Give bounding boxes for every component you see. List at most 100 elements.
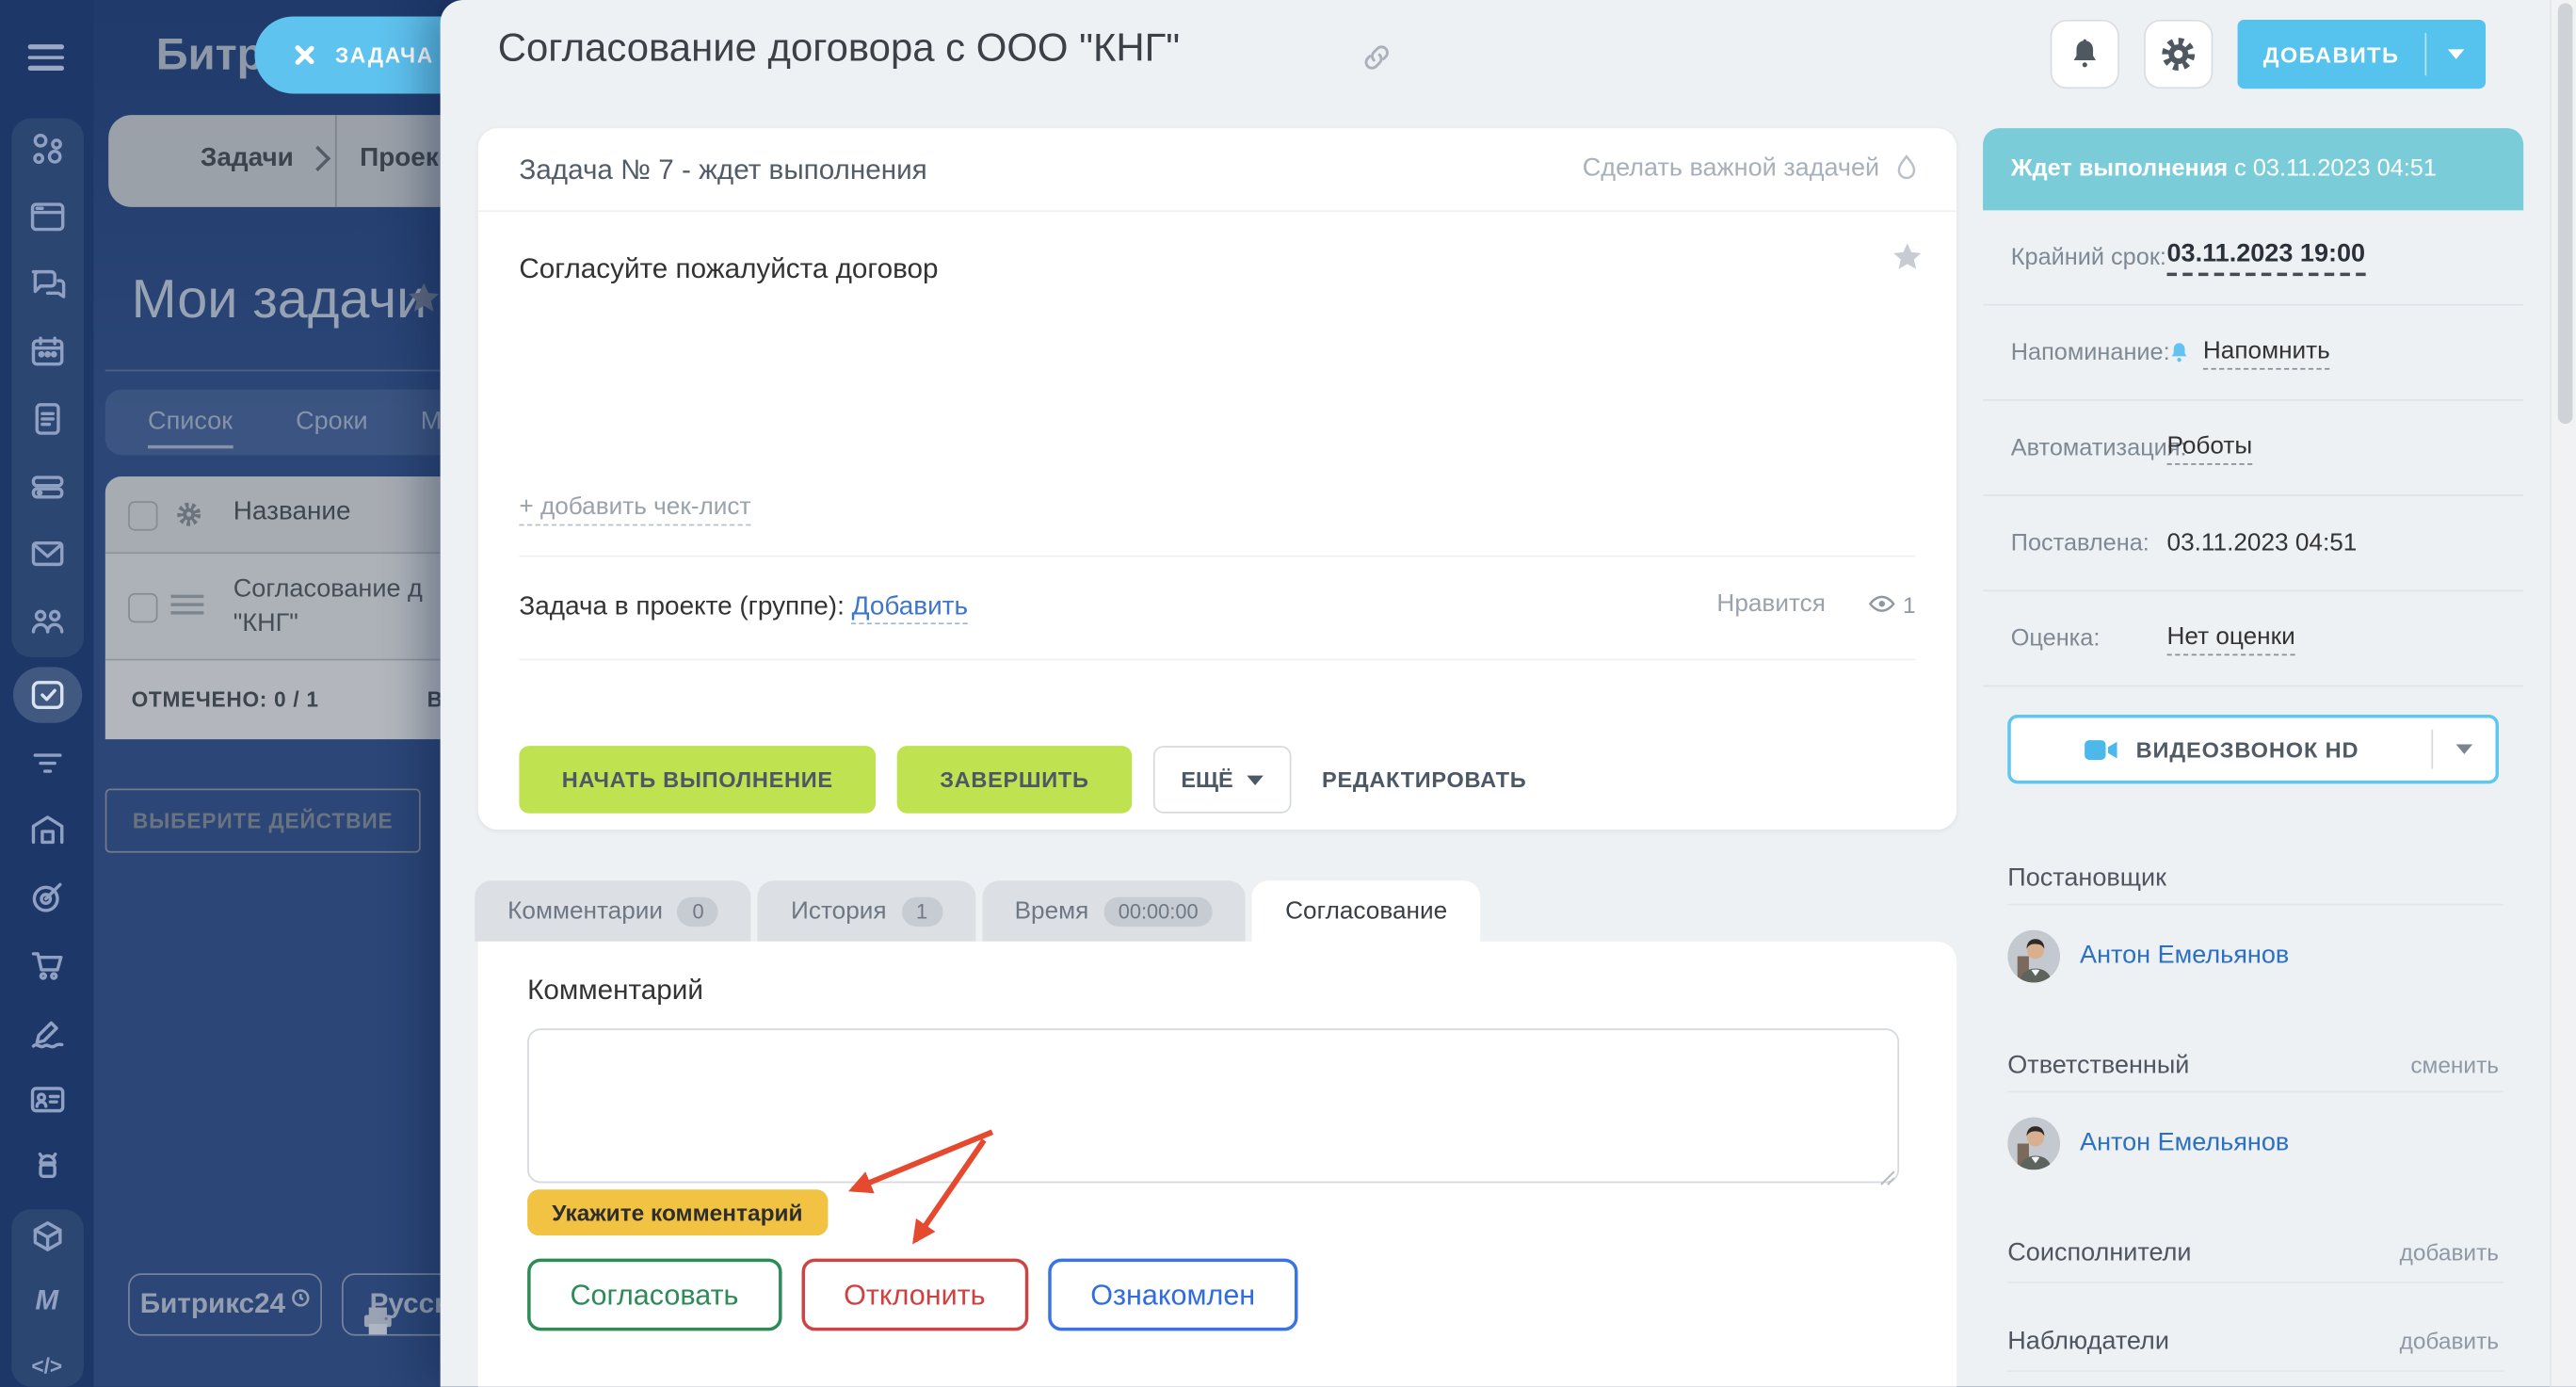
teams-icon[interactable] <box>26 600 69 642</box>
approve-button[interactable]: Согласовать <box>527 1259 781 1331</box>
rating-link[interactable]: Нет оценки <box>2167 621 2295 654</box>
page-title: Мои задачи <box>132 267 427 330</box>
tab-badge: 00:00:00 <box>1103 896 1213 926</box>
edit-button[interactable]: РЕДАКТИРОВАТЬ <box>1322 767 1526 792</box>
view-tabs: Список Сроки М <box>105 390 441 456</box>
finish-task-button[interactable]: ЗАВЕРШИТЬ <box>897 746 1132 814</box>
tab-tasks[interactable]: Задачи <box>201 145 294 174</box>
calendar-icon[interactable] <box>26 331 69 373</box>
table-header-row: Название <box>105 476 441 554</box>
task-meta: Задача № 7 - ждет выполнения <box>519 154 926 187</box>
avatar <box>2007 1118 2060 1170</box>
scrollbar-thumb[interactable] <box>2558 3 2573 424</box>
decline-button[interactable]: Отклонить <box>801 1259 1028 1331</box>
bell-icon <box>2067 36 2102 72</box>
drive-icon[interactable] <box>26 465 69 508</box>
sites-icon[interactable] <box>26 196 69 238</box>
documents-icon[interactable] <box>26 397 69 440</box>
checked-counter: ОТМЕЧЕНО: 0 / 1 <box>132 686 319 711</box>
table-row[interactable]: Согласование д"КНГ" <box>105 554 441 660</box>
shop-cart-icon[interactable] <box>26 943 69 986</box>
responsible-person[interactable]: Антон Емельянов <box>2007 1118 2289 1170</box>
task-title: Согласование договора с ООО "КНГ" <box>498 26 1180 73</box>
project-add-link[interactable]: Добавить <box>852 593 968 624</box>
robots-link[interactable]: Роботы <box>2167 431 2253 464</box>
contacts-card-icon[interactable] <box>26 1078 69 1121</box>
vertical-scrollbar[interactable] <box>2550 0 2576 1387</box>
copy-link-icon[interactable] <box>1360 41 1393 83</box>
tab-time[interactable]: Время 00:00:00 <box>982 880 1247 942</box>
deadline-value[interactable]: 03.11.2023 19:00 <box>2167 239 2366 275</box>
view-tab-deadlines[interactable]: Сроки <box>296 408 368 437</box>
android-app-icon[interactable] <box>26 1145 69 1187</box>
creator-person[interactable]: Антон Емельянов <box>2007 930 2289 983</box>
network-icon[interactable] <box>26 128 69 170</box>
table-footer: ОТМЕЧЕНО: 0 / 1 В <box>105 660 441 739</box>
like-button[interactable]: Нравится <box>1716 589 1826 618</box>
reminder-link[interactable]: Напомнить <box>2203 336 2330 369</box>
menu-icon[interactable] <box>28 44 64 71</box>
chat-icon[interactable] <box>26 263 69 305</box>
field-deadline: Крайний срок: 03.11.2023 19:00 <box>1983 210 2523 305</box>
boxes-icon[interactable] <box>26 1216 69 1258</box>
acknowledged-button[interactable]: Ознакомлен <box>1048 1259 1298 1331</box>
comment-label: Комментарий <box>527 975 703 1008</box>
sign-icon[interactable] <box>26 1010 69 1053</box>
video-call-button[interactable]: ВИДЕОЗВОНОК HD <box>2007 715 2499 783</box>
bitrix24-footer-button[interactable]: Битрикс24 <box>128 1273 322 1335</box>
coexecutors-heading: Соисполнители <box>2007 1239 2191 1268</box>
marketing-target-icon[interactable] <box>26 876 69 918</box>
close-icon[interactable] <box>291 42 315 67</box>
close-badge-label: ЗАДАЧА <box>335 42 434 67</box>
add-button-label: ДОБАВИТЬ <box>2238 41 2425 66</box>
row-task-title[interactable]: Согласование д"КНГ" <box>233 572 423 640</box>
table-gear-icon[interactable] <box>174 499 203 537</box>
select-all-checkbox[interactable] <box>128 501 157 530</box>
tab-projects[interactable]: Проек <box>360 145 439 174</box>
comment-required-tooltip: Укажите комментарий <box>527 1189 828 1235</box>
warehouse-icon[interactable] <box>26 808 69 850</box>
tab-comments[interactable]: Комментарии 0 <box>475 880 751 942</box>
task-table: Название Согласование д"КНГ" ОТМЕЧЕНО: 0… <box>105 476 441 739</box>
tab-history[interactable]: История 1 <box>758 880 975 942</box>
start-task-button[interactable]: НАЧАТЬ ВЫПОЛНЕНИЕ <box>519 746 876 814</box>
task-details-sidebar: Ждет выполнения с 03.11.2023 04:51 Крайн… <box>1983 128 2523 1387</box>
drag-handle-icon[interactable] <box>170 589 203 619</box>
chevron-down-icon[interactable] <box>2433 744 2495 753</box>
more-button[interactable]: ЕЩЁ <box>1153 746 1291 814</box>
favorite-star-icon[interactable] <box>406 280 441 324</box>
m-app-icon[interactable]: M <box>0 1285 93 1318</box>
mail-icon[interactable] <box>26 532 69 574</box>
add-observer-link[interactable]: добавить <box>2400 1328 2499 1354</box>
crm-funnel-icon[interactable] <box>26 741 69 783</box>
field-created: Поставлена: 03.11.2023 04:51 <box>1983 496 2523 591</box>
view-tab-list[interactable]: Список <box>148 408 233 449</box>
column-header-name[interactable]: Название <box>233 498 351 527</box>
add-checklist-link[interactable]: + добавить чек-лист <box>519 492 750 525</box>
add-button[interactable]: ДОБАВИТЬ <box>2238 20 2486 89</box>
tasks-icon[interactable] <box>26 673 69 716</box>
notifications-bell-button[interactable] <box>2051 20 2119 89</box>
view-tab-more[interactable]: М <box>421 408 441 437</box>
task-description: Согласуйте пожалуйста договор <box>519 253 938 286</box>
developer-code-icon[interactable]: </> <box>0 1354 93 1379</box>
dimmed-task-list-page: Битрикс24 Задачи Проек Мои задачи Список… <box>93 0 440 1387</box>
observers-heading: Наблюдатели <box>2007 1328 2169 1357</box>
comment-input[interactable] <box>527 1028 1899 1183</box>
add-coexecutor-link[interactable]: добавить <box>2400 1239 2499 1266</box>
video-camera-icon <box>2084 737 2119 762</box>
chevron-right-icon <box>305 146 330 171</box>
change-responsible-link[interactable]: сменить <box>2410 1052 2499 1078</box>
resize-handle[interactable] <box>1879 1165 1895 1194</box>
row-checkbox[interactable] <box>128 593 157 622</box>
avatar <box>2007 930 2060 983</box>
make-important-button[interactable]: Сделать важной задачей <box>1583 153 1921 185</box>
chevron-down-icon[interactable] <box>2426 49 2486 58</box>
status-banner: Ждет выполнения с 03.11.2023 04:51 <box>1983 128 2523 210</box>
favorite-star-icon[interactable] <box>1891 240 1924 282</box>
tab-approval[interactable]: Согласование <box>1252 880 1480 942</box>
choose-action-button[interactable]: ВЫБЕРИТЕ ДЕЙСТВИЕ <box>105 789 421 853</box>
gear-icon <box>2159 35 2198 74</box>
eye-icon <box>1868 593 1896 615</box>
settings-gear-button[interactable] <box>2144 20 2213 89</box>
